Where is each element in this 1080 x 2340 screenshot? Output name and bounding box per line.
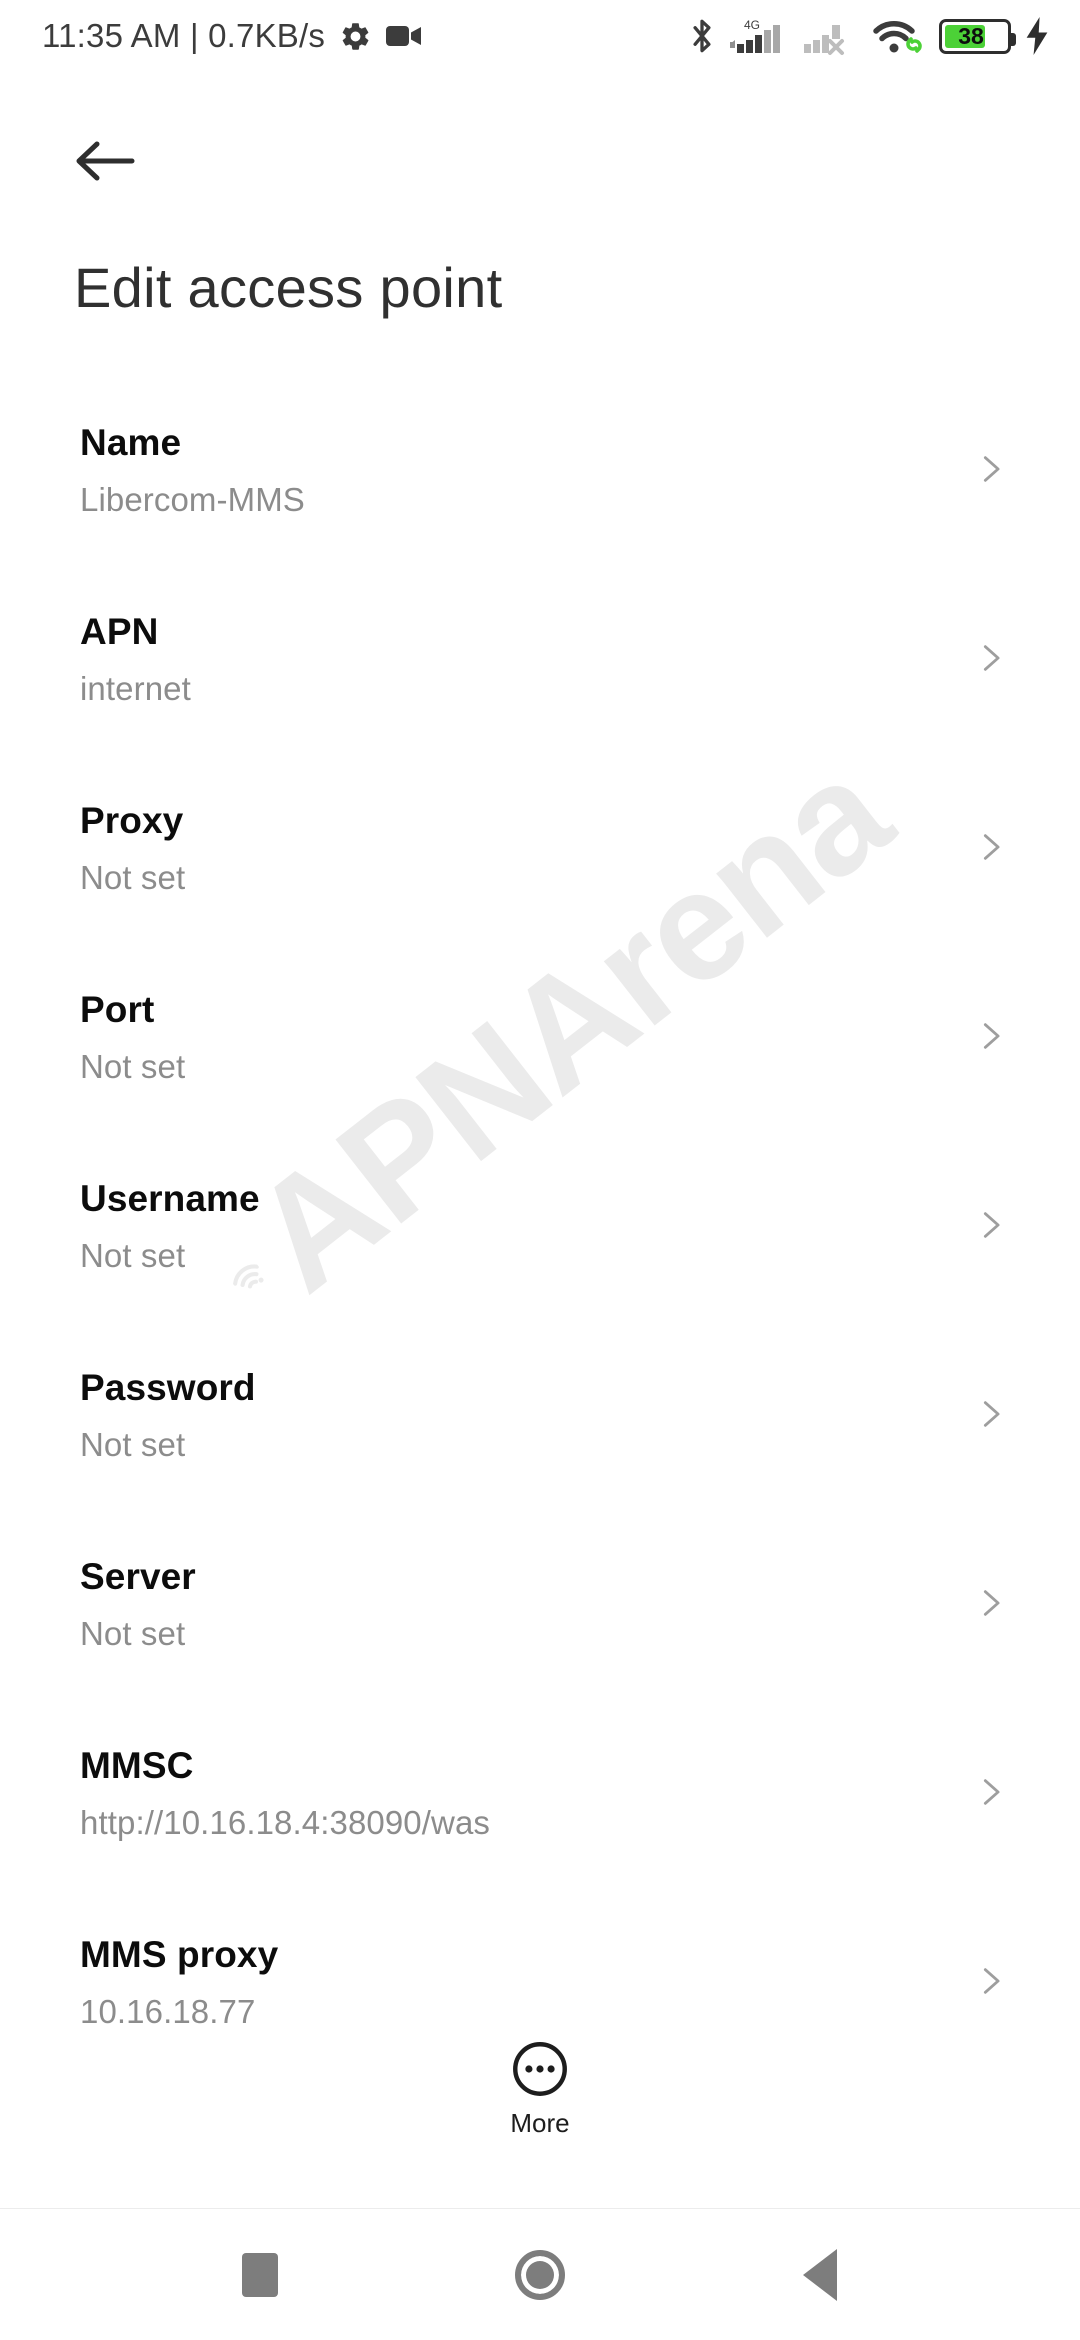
chevron-right-icon (983, 1023, 1000, 1049)
charging-bolt-icon (1026, 17, 1048, 55)
setting-row-name[interactable]: Name Libercom-MMS (0, 400, 1080, 589)
status-clock: 11:35 AM | 0.7KB/s (42, 17, 326, 54)
square-icon (242, 2252, 278, 2297)
setting-value: Not set (80, 1426, 186, 1463)
recents-button[interactable] (195, 2220, 325, 2330)
more-button[interactable]: More (0, 2040, 1080, 2139)
setting-label: Proxy (80, 800, 184, 841)
status-bar-left: 11:35 AM | 0.7KB/s (42, 17, 422, 55)
back-button[interactable] (62, 118, 148, 204)
setting-value: Libercom-MMS (80, 481, 305, 518)
setting-label: Server (80, 1556, 196, 1597)
svg-text:4G: 4G (744, 18, 760, 32)
chevron-right-icon (983, 1968, 1000, 1994)
setting-value: Not set (80, 1615, 186, 1652)
setting-row-username[interactable]: Username Not set (0, 1156, 1080, 1345)
setting-value: Not set (80, 859, 186, 896)
chevron-right-icon (983, 456, 1000, 482)
setting-row-apn[interactable]: APN internet (0, 589, 1080, 778)
circle-icon (515, 2249, 565, 2300)
navigation-bar (0, 2208, 1080, 2340)
chevron-right-icon (983, 645, 1000, 671)
setting-value: http://10.16.18.4:38090/was (80, 1804, 491, 1841)
arrow-left-icon (76, 141, 135, 181)
chevron-right-icon (983, 1212, 1000, 1238)
gear-icon (342, 22, 369, 50)
status-bar-right: 4G 38 (689, 16, 1050, 56)
setting-label: Password (80, 1367, 256, 1408)
chevron-right-icon (983, 1779, 1000, 1805)
wifi-icon (873, 21, 922, 53)
setting-label: MMS proxy (80, 1934, 279, 1975)
setting-label: Name (80, 422, 182, 463)
battery-level: 38 (958, 22, 984, 49)
setting-row-server[interactable]: Server Not set (0, 1534, 1080, 1723)
setting-label: MMSC (80, 1745, 194, 1786)
signal-4g-icon: 4G (730, 18, 780, 53)
nav-back-button[interactable] (755, 2220, 885, 2330)
setting-row-mmsc[interactable]: MMSC http://10.16.18.4:38090/was (0, 1723, 1080, 1912)
setting-value: Not set (80, 1048, 186, 1085)
setting-value: 10.16.18.77 (80, 1993, 256, 2030)
status-bar: 11:35 AM | 0.7KB/s 4G 38 (0, 0, 1080, 72)
setting-row-proxy[interactable]: Proxy Not set (0, 778, 1080, 967)
video-recorder-icon (386, 26, 422, 46)
battery-icon: 38 (939, 18, 1016, 54)
triangle-left-icon (803, 2248, 837, 2301)
setting-label: APN (80, 611, 159, 652)
chevron-right-icon (983, 1401, 1000, 1427)
home-button[interactable] (475, 2220, 605, 2330)
setting-value: internet (80, 670, 191, 707)
setting-label: Username (80, 1178, 260, 1219)
chevron-right-icon (983, 1590, 1000, 1616)
signal-no-service-icon (804, 25, 844, 55)
setting-row-port[interactable]: Port Not set (0, 967, 1080, 1156)
more-label: More (510, 2108, 570, 2138)
more-circle-icon (513, 2042, 567, 2096)
setting-row-password[interactable]: Password Not set (0, 1345, 1080, 1534)
bluetooth-icon (693, 19, 711, 53)
setting-value: Not set (80, 1237, 186, 1274)
chevron-right-icon (983, 834, 1000, 860)
settings-list: Name Libercom-MMS APN internet Proxy Not… (0, 400, 1080, 2101)
setting-label: Port (80, 989, 155, 1030)
page-title: Edit access point (74, 256, 503, 319)
